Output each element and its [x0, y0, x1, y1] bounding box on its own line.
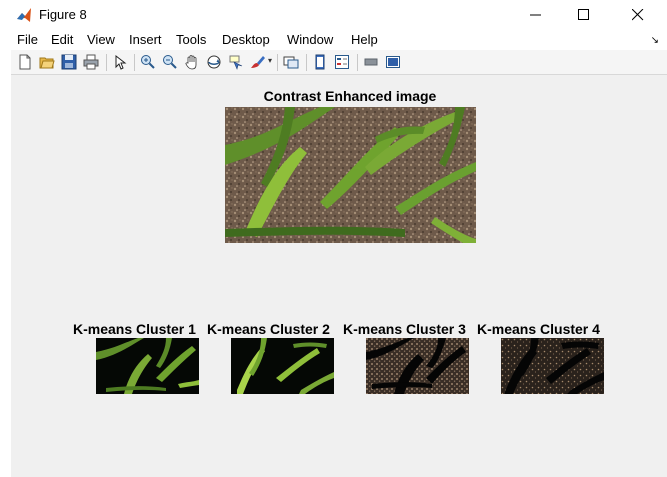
menu-insert[interactable]: Insert	[129, 32, 162, 47]
menu-window[interactable]: Window	[287, 32, 333, 47]
cluster-2-title: K-means Cluster 2	[207, 321, 330, 337]
menu-desktop[interactable]: Desktop	[222, 32, 270, 47]
main-image-title: Contrast Enhanced image	[263, 88, 437, 104]
cluster-3-title: K-means Cluster 3	[343, 321, 466, 337]
toolbar-separator	[134, 54, 135, 71]
menu-view[interactable]: View	[87, 32, 115, 47]
matlab-logo-icon	[17, 8, 31, 22]
menu-bar: File Edit View Insert Tools Desktop Wind…	[11, 30, 667, 50]
close-icon	[632, 9, 644, 21]
zoom-out-icon[interactable]	[162, 54, 178, 70]
contrast-enhanced-image	[225, 107, 476, 243]
save-icon[interactable]	[61, 54, 77, 70]
menu-help[interactable]: Help	[351, 32, 378, 47]
data-cursor-icon[interactable]	[228, 54, 244, 70]
menu-file[interactable]: File	[17, 32, 38, 47]
figure-window: Figure 8 File Edit View Insert Tools Des…	[11, 0, 667, 477]
cluster-4-image	[501, 338, 604, 394]
pan-hand-icon[interactable]	[184, 54, 200, 70]
menu-tools[interactable]: Tools	[176, 32, 206, 47]
maximize-icon	[578, 9, 589, 20]
figure-toolbar: ▾	[11, 50, 667, 75]
menu-overflow-arrow-icon[interactable]: ↘	[651, 35, 659, 46]
toolbar-separator	[306, 54, 307, 71]
insert-colorbar-icon[interactable]	[312, 54, 328, 70]
new-figure-icon[interactable]	[17, 54, 33, 70]
link-plot-icon[interactable]	[283, 54, 299, 70]
cluster-1-image	[96, 338, 199, 394]
close-button[interactable]	[615, 0, 661, 30]
cluster-3-image	[366, 338, 469, 394]
zoom-in-icon[interactable]	[140, 54, 156, 70]
insert-legend-icon[interactable]	[334, 54, 350, 70]
brush-icon[interactable]	[250, 54, 266, 70]
brush-dropdown-arrow-icon[interactable]: ▾	[268, 56, 272, 65]
edit-plot-arrow-icon[interactable]	[112, 54, 128, 70]
show-plot-tools-icon[interactable]	[385, 54, 401, 70]
figure-canvas[interactable]: Contrast Enhanced image K-means Cluster …	[11, 75, 667, 477]
minimize-icon	[530, 14, 541, 16]
hide-plot-tools-icon[interactable]	[363, 54, 379, 70]
print-icon[interactable]	[83, 54, 99, 70]
toolbar-separator	[277, 54, 278, 71]
toolbar-separator	[357, 54, 358, 71]
open-file-icon[interactable]	[39, 54, 55, 70]
maximize-button[interactable]	[561, 0, 607, 30]
window-title: Figure 8	[39, 7, 87, 22]
cluster-2-image	[231, 338, 334, 394]
menu-edit[interactable]: Edit	[51, 32, 73, 47]
toolbar-separator	[106, 54, 107, 71]
cluster-4-title: K-means Cluster 4	[477, 321, 600, 337]
minimize-button[interactable]	[513, 0, 559, 30]
title-bar: Figure 8	[11, 0, 667, 30]
rotate-3d-icon[interactable]	[206, 54, 222, 70]
cluster-1-title: K-means Cluster 1	[73, 321, 196, 337]
